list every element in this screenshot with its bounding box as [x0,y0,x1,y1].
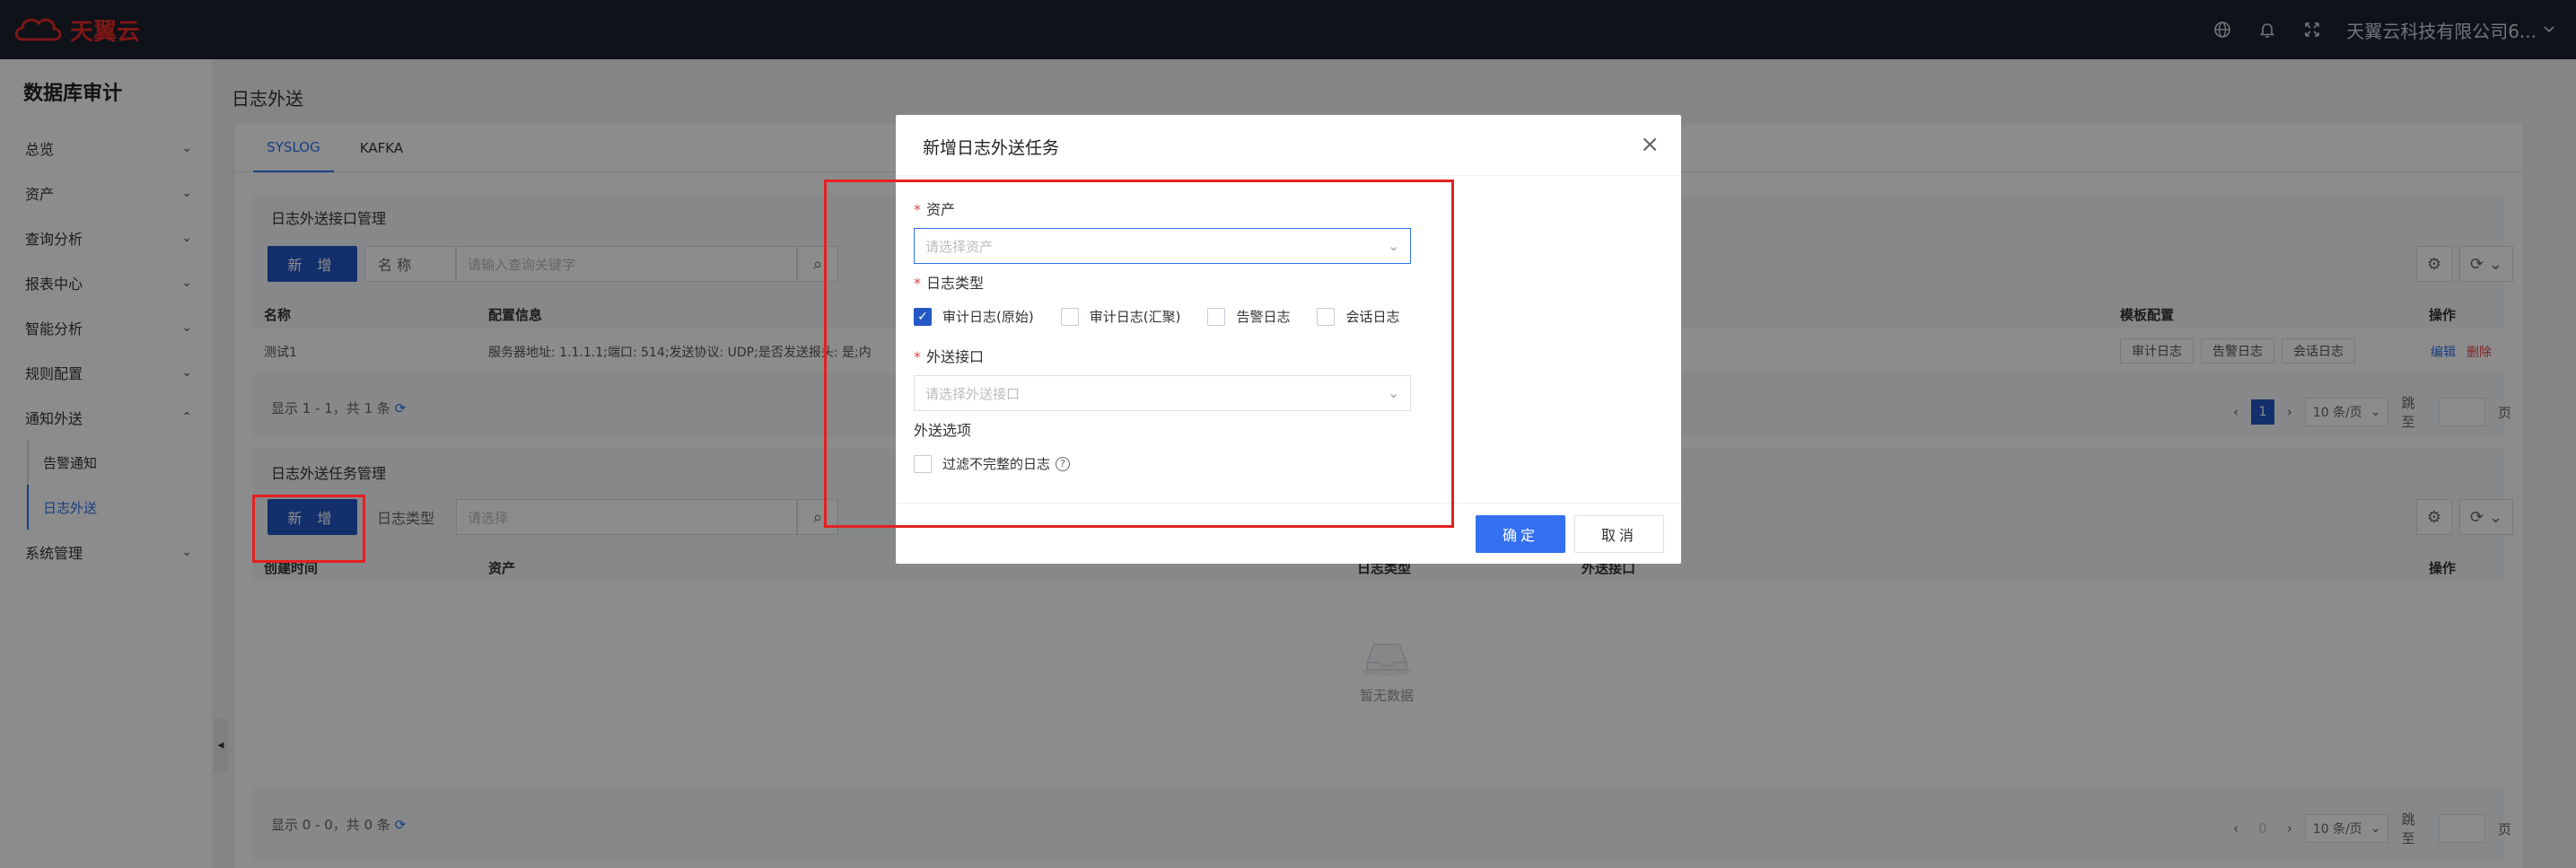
close-button[interactable]: × [1640,133,1660,156]
form-highlight-box [824,180,1454,528]
add-button-highlight-box [252,495,365,563]
modal-header: 新增日志外送任务 × [896,115,1681,176]
cancel-button[interactable]: 取消 [1574,515,1664,553]
confirm-button[interactable]: 确定 [1476,515,1565,553]
close-icon: × [1640,131,1660,158]
modal-title: 新增日志外送任务 [923,138,1060,158]
